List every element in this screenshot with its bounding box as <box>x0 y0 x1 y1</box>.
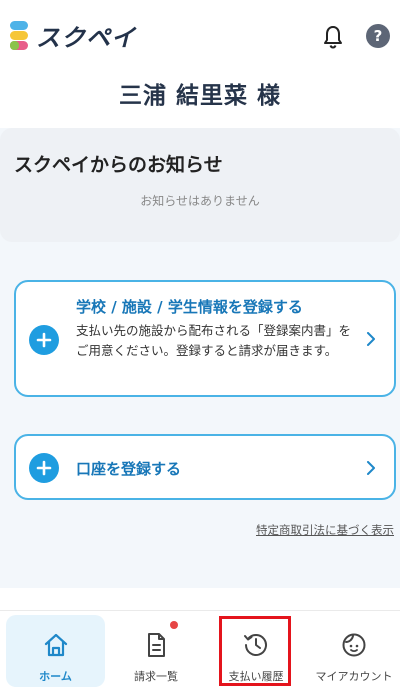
home-icon <box>44 633 67 657</box>
register-school-description: 支払い先の施設から配布される「登録案内書」をご用意ください。登録すると請求が届き… <box>76 323 352 358</box>
document-icon <box>148 633 165 657</box>
nav-home-label: ホーム <box>39 670 72 683</box>
chevron-right-icon <box>367 461 375 475</box>
unread-badge <box>170 621 178 629</box>
user-name: 三浦 結里菜 様 <box>118 83 281 109</box>
nav-invoices[interactable]: 請求一覧 <box>106 611 206 689</box>
register-school-title: 学校 / 施設 / 学生情報を登録する <box>76 298 303 316</box>
register-account-button[interactable]: 口座を登録する <box>14 434 396 500</box>
notice-empty-text: お知らせはありません <box>140 194 260 208</box>
notification-bell-icon[interactable] <box>320 24 346 50</box>
register-account-title: 口座を登録する <box>76 460 182 478</box>
bottom-nav: ホーム 請求一覧 支払い履歴 マイアカウント <box>0 610 400 689</box>
logo-mark-icon <box>8 20 30 52</box>
help-icon[interactable]: ? <box>366 24 390 48</box>
register-school-button[interactable]: 学校 / 施設 / 学生情報を登録する 支払い先の施設から配布される「登録案内書… <box>14 280 396 397</box>
nav-account-label: マイアカウント <box>315 670 393 683</box>
commercial-law-link[interactable]: 特定商取引法に基づく表示 <box>256 522 394 538</box>
notice-title: スクペイからのお知らせ <box>14 154 223 176</box>
highlight-box <box>219 616 291 686</box>
logo-text: スクペイ <box>36 24 136 52</box>
header: スクペイ ? 三浦 結里菜 様 <box>0 0 400 109</box>
plus-icon <box>29 453 59 483</box>
app-screen: スクペイ ? 三浦 結里菜 様 スクペイからのお知らせ お知らせはありません 学… <box>0 0 400 689</box>
nav-my-account[interactable]: マイアカウント <box>304 611 400 689</box>
nav-invoices-label: 請求一覧 <box>134 670 178 683</box>
plus-icon <box>29 325 59 355</box>
chevron-right-icon <box>367 332 375 346</box>
notice-card: スクペイからのお知らせ お知らせはありません <box>0 128 400 242</box>
app-logo: スクペイ <box>8 18 136 53</box>
nav-home[interactable]: ホーム <box>6 615 105 687</box>
face-icon <box>342 633 366 657</box>
